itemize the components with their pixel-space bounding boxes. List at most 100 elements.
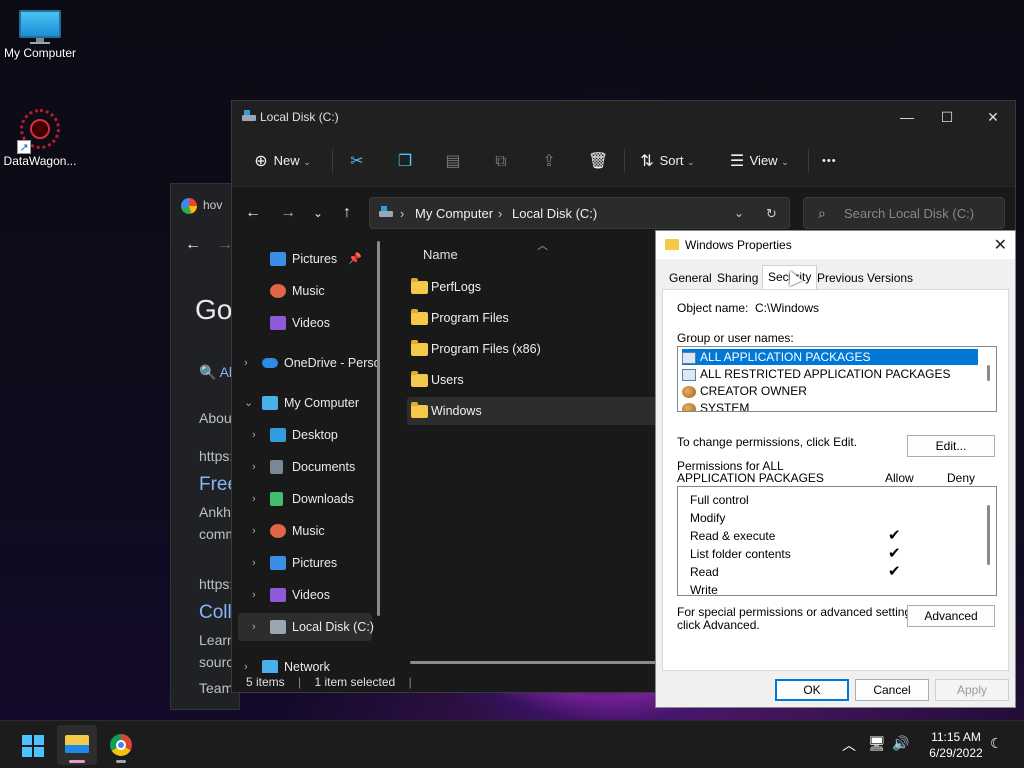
permissions-scrollbar[interactable] xyxy=(987,505,990,565)
tab-general[interactable]: General xyxy=(664,267,717,289)
recent-locations-chevron-icon[interactable]: ⌄ xyxy=(307,203,329,223)
search-input[interactable]: ⌕ Search Local Disk (C:) xyxy=(803,197,1005,229)
chevron-down-icon[interactable]: ⌄ xyxy=(734,206,744,220)
network-icon[interactable]: 🖥 xyxy=(868,735,886,752)
sidebar-item-videos[interactable]: Videos xyxy=(232,309,372,337)
checkmark-icon: ✔ xyxy=(888,545,901,562)
list-scrollbar[interactable] xyxy=(987,365,990,381)
system-clock[interactable]: 11:15 AM 6/29/2022 xyxy=(920,729,992,761)
back-arrow-icon[interactable]: ← xyxy=(242,203,264,223)
moon-icon[interactable]: ☾ xyxy=(990,735,1003,752)
list-item[interactable]: SYSTEM xyxy=(682,400,749,411)
column-header-name[interactable]: Name xyxy=(423,247,458,262)
refresh-icon[interactable]: ↻ xyxy=(766,206,777,222)
computer-icon xyxy=(262,396,278,410)
list-item[interactable]: ALL RESTRICTED APPLICATION PACKAGES xyxy=(682,366,951,382)
back-arrow-icon[interactable]: ← xyxy=(185,236,201,254)
sidebar-item-documents[interactable]: › Documents xyxy=(232,453,372,481)
chrome-window[interactable]: hov ← → Go 🔍 Al About https: Free Ankh c… xyxy=(170,183,240,710)
cut-icon[interactable]: ✂ xyxy=(348,151,366,171)
sidebar-item-music-2[interactable]: › Music xyxy=(232,517,372,545)
sidebar-item-desktop[interactable]: › Desktop xyxy=(232,421,372,449)
list-item[interactable]: PerfLogs xyxy=(407,273,667,301)
close-icon[interactable]: ✕ xyxy=(994,235,1007,255)
list-item[interactable]: Users xyxy=(407,366,667,394)
cancel-button[interactable]: Cancel xyxy=(855,679,929,701)
sidebar-item-downloads[interactable]: › Downloads xyxy=(232,485,372,513)
list-item-selected[interactable]: Windows xyxy=(407,397,667,425)
sidebar-item-local-disk[interactable]: › Local Disk (C:) xyxy=(238,613,374,641)
folder-icon xyxy=(665,239,679,250)
folder-icon xyxy=(411,309,428,325)
breadcrumb-my-computer[interactable]: My Computer xyxy=(415,206,493,221)
navigation-scrollbar[interactable] xyxy=(377,241,380,616)
list-item[interactable]: Program Files xyxy=(407,304,667,332)
taskbar-chrome[interactable] xyxy=(101,725,141,765)
paste-icon[interactable]: ▤ xyxy=(444,151,462,171)
apply-button[interactable]: Apply xyxy=(935,679,1009,701)
view-button[interactable]: ☰ View ⌄ xyxy=(728,151,789,171)
list-item[interactable]: Program Files (x86) xyxy=(407,335,667,363)
volume-icon[interactable]: 🔊 xyxy=(892,735,909,752)
copy-icon[interactable]: ❐ xyxy=(396,151,414,171)
advanced-button[interactable]: Advanced xyxy=(907,605,995,627)
ok-button[interactable]: OK xyxy=(775,679,849,701)
group-user-list[interactable]: ALL APPLICATION PACKAGES ALL RESTRICTED … xyxy=(677,346,997,412)
sort-ascending-icon: ︿ xyxy=(537,240,548,252)
sidebar-item-videos-2[interactable]: › Videos xyxy=(232,581,372,609)
new-button[interactable]: ⊕ New ⌄ xyxy=(252,151,311,171)
chrome-text: Team xyxy=(199,680,234,696)
breadcrumb-separator-icon: › xyxy=(400,206,405,221)
forward-arrow-icon[interactable]: → xyxy=(277,203,299,223)
google-logo-text: Go xyxy=(195,294,233,325)
selected-count: 1 item selected xyxy=(314,675,396,689)
share-icon[interactable]: ⇪ xyxy=(540,151,558,171)
chrome-search-tab[interactable]: 🔍 Al xyxy=(199,364,232,381)
chevron-right-icon: › xyxy=(252,493,256,505)
properties-dialog[interactable]: Windows Properties ✕ General Sharing Sec… xyxy=(655,230,1016,708)
chevron-right-icon: › xyxy=(252,621,256,633)
minimize-icon[interactable]: — xyxy=(897,107,917,127)
sidebar-item-onedrive[interactable]: › OneDrive - Perso xyxy=(232,349,381,377)
chevron-up-icon[interactable]: ︿ xyxy=(842,735,856,755)
close-icon[interactable]: ✕ xyxy=(983,107,1003,127)
delete-icon[interactable]: 🗑 xyxy=(588,151,608,171)
list-item[interactable]: CREATOR OWNER xyxy=(682,383,807,399)
tab-previous-versions[interactable]: Previous Versions xyxy=(812,267,918,289)
desktop-icon-datawagon[interactable]: ↗ DataWagon... xyxy=(0,106,80,168)
breadcrumb-local-disk[interactable]: Local Disk (C:) xyxy=(512,206,597,221)
sidebar-item-pictures[interactable]: Pictures 📌 xyxy=(232,245,372,273)
navigation-pane: Pictures 📌 Music Videos › OneDrive - Per… xyxy=(232,237,384,673)
permission-row: Full control xyxy=(690,493,749,507)
sidebar-item-music[interactable]: Music xyxy=(232,277,372,305)
edit-button[interactable]: Edit... xyxy=(907,435,995,457)
sidebar-item-my-computer[interactable]: ⌄ My Computer xyxy=(232,389,372,417)
sidebar-item-network[interactable]: › Network xyxy=(232,653,372,673)
start-button[interactable] xyxy=(12,725,52,765)
taskbar-file-explorer[interactable] xyxy=(57,725,97,765)
google-icon xyxy=(181,198,197,214)
chrome-link[interactable]: Coll xyxy=(199,602,232,624)
more-options-button[interactable]: ••• xyxy=(822,151,837,171)
permission-row: List folder contents ✔ xyxy=(690,545,901,562)
address-bar[interactable]: › My Computer › Local Disk (C:) ⌄ ↻ xyxy=(369,197,790,229)
permissions-list[interactable]: Full control Modify Read & execute ✔ List… xyxy=(677,486,997,596)
package-icon xyxy=(682,351,696,364)
maximize-icon[interactable]: ☐ xyxy=(937,107,957,127)
sidebar-item-pictures-2[interactable]: › Pictures xyxy=(232,549,372,577)
sort-button[interactable]: ⇅ Sort ⌄ xyxy=(638,151,694,171)
dialog-title: Windows Properties xyxy=(685,238,792,252)
desktop-icon-my-computer[interactable]: My Computer xyxy=(0,10,80,60)
explorer-titlebar[interactable]: Local Disk (C:) — ☐ ✕ xyxy=(232,101,1015,133)
up-arrow-icon[interactable]: ↑ xyxy=(336,203,358,223)
permissions-for-label-2: APPLICATION PACKAGES xyxy=(677,471,824,485)
group-names-label: Group or user names: xyxy=(677,331,794,345)
tab-sharing[interactable]: Sharing xyxy=(712,267,763,289)
list-item[interactable]: ALL APPLICATION PACKAGES xyxy=(682,349,978,365)
view-icon: ☰ xyxy=(729,152,745,170)
desktop-icon-label: My Computer xyxy=(3,46,77,60)
chevron-right-icon: › xyxy=(252,525,256,537)
rename-icon[interactable]: ⧉ xyxy=(492,151,510,171)
horizontal-scrollbar[interactable] xyxy=(410,661,660,664)
dialog-titlebar[interactable]: Windows Properties ✕ xyxy=(656,231,1015,259)
